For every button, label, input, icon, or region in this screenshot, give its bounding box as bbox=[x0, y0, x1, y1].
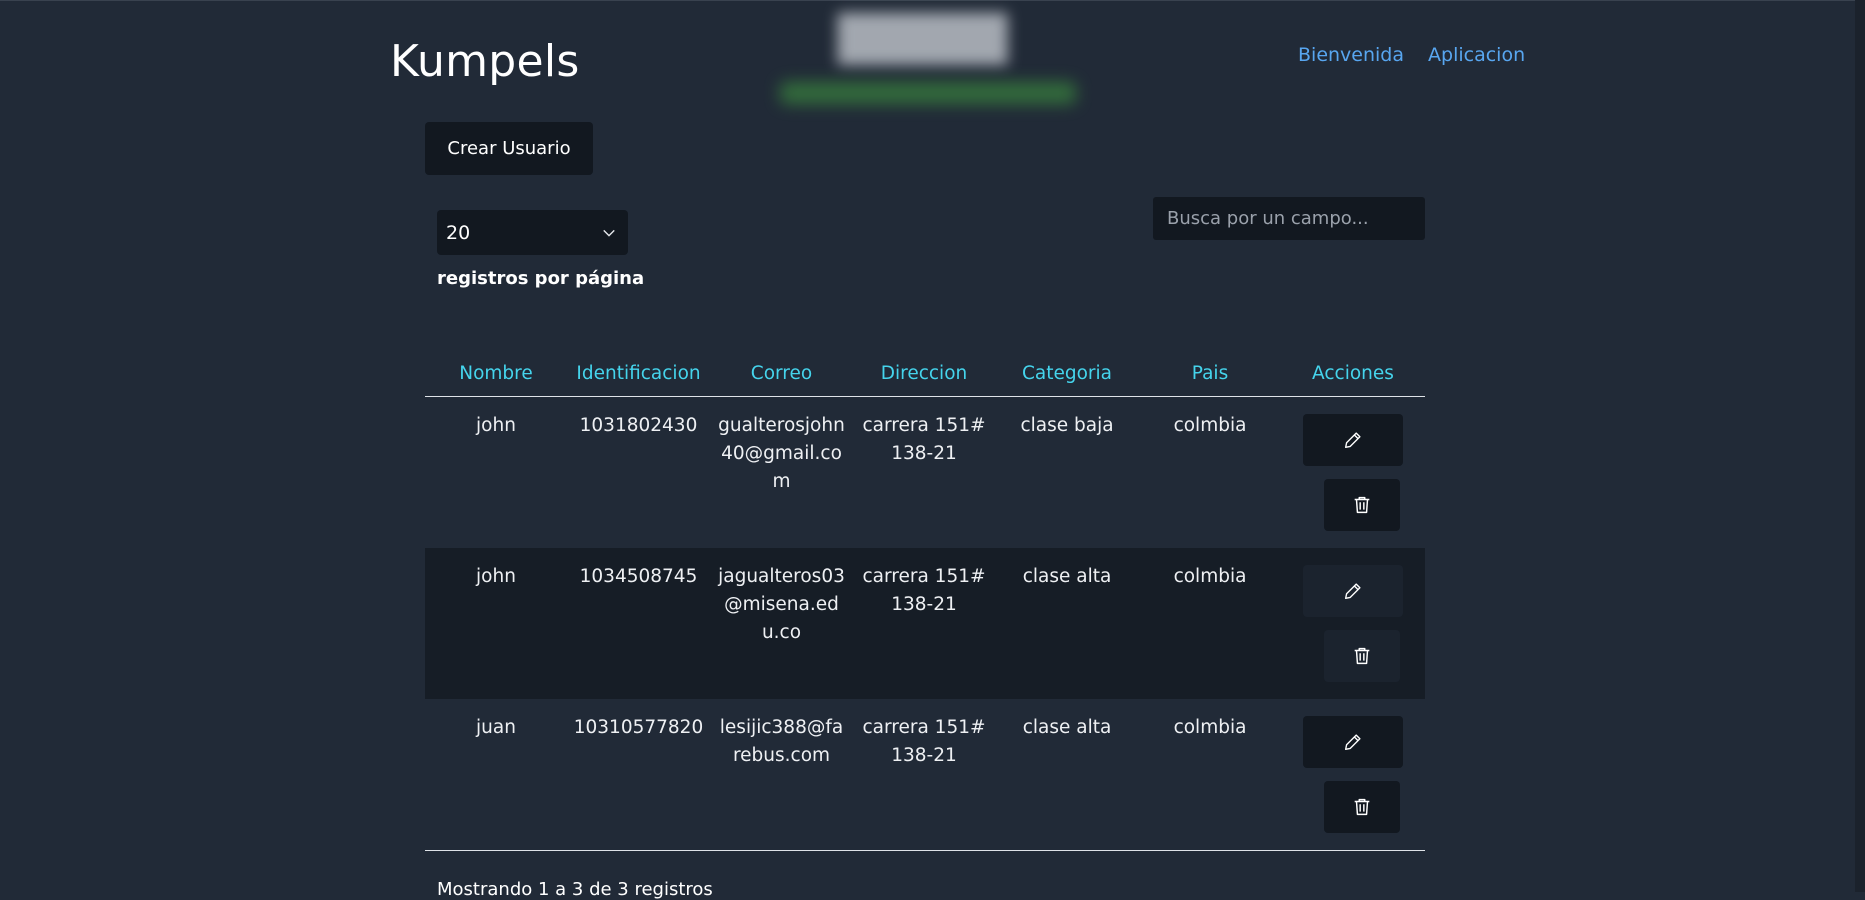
pagination-info: Mostrando 1 a 3 de 3 registros bbox=[437, 879, 713, 900]
col-header-nombre[interactable]: Nombre bbox=[425, 320, 567, 397]
cell-nombre: juan bbox=[476, 716, 516, 738]
blurred-page-title: █████ bbox=[838, 14, 1008, 65]
page-size-value: 20 bbox=[446, 221, 471, 244]
row-actions bbox=[1287, 563, 1419, 682]
cell-correo: jagualteros03@misena.edu.co bbox=[718, 565, 845, 643]
table-bottom-divider bbox=[425, 849, 1425, 851]
cell-acciones bbox=[1281, 397, 1425, 548]
table-header-row: Nombre Identificacion Correo Direccion C… bbox=[425, 320, 1425, 397]
col-header-identificacion[interactable]: Identificacion bbox=[567, 320, 710, 397]
edit-button[interactable] bbox=[1303, 414, 1403, 466]
row-actions bbox=[1287, 412, 1419, 531]
row-actions bbox=[1287, 714, 1419, 833]
nav-link-aplicacion[interactable]: Aplicacion bbox=[1428, 44, 1525, 66]
page-scrollbar[interactable] bbox=[1855, 0, 1865, 892]
cell-correo: lesijic388@farebus.com bbox=[719, 716, 844, 766]
users-table: Nombre Identificacion Correo Direccion C… bbox=[425, 320, 1425, 850]
table-row: juan 10310577820 lesijic388@farebus.com … bbox=[425, 699, 1425, 850]
edit-button[interactable] bbox=[1303, 564, 1403, 617]
per-page-label: registros por página bbox=[437, 268, 645, 289]
pencil-icon bbox=[1344, 733, 1361, 750]
cell-pais: colmbia bbox=[1173, 565, 1247, 587]
blurred-status-message bbox=[780, 82, 1076, 104]
col-header-categoria[interactable]: Categoria bbox=[995, 320, 1139, 397]
cell-direccion: carrera 151#138-21 bbox=[862, 565, 986, 615]
delete-button[interactable] bbox=[1324, 479, 1400, 531]
chevron-down-icon bbox=[603, 229, 615, 237]
cell-correo: gualterosjohn40@gmail.com bbox=[718, 415, 845, 492]
cell-categoria: clase baja bbox=[1020, 415, 1114, 436]
pencil-icon bbox=[1344, 582, 1361, 599]
window-top-border bbox=[0, 0, 1865, 1]
edit-button[interactable] bbox=[1303, 715, 1403, 768]
col-header-direccion[interactable]: Direccion bbox=[853, 320, 995, 397]
table-row: john 1034508745 jagualteros03@misena.edu… bbox=[425, 547, 1425, 699]
cell-nombre: john bbox=[476, 415, 516, 436]
brand-logo[interactable]: Kumpels bbox=[390, 36, 580, 87]
users-table-container: Nombre Identificacion Correo Direccion C… bbox=[425, 320, 1425, 851]
cell-direccion: carrera 151#138-21 bbox=[862, 415, 986, 464]
pencil-icon bbox=[1344, 432, 1361, 449]
col-header-correo[interactable]: Correo bbox=[710, 320, 853, 397]
cell-pais: colmbia bbox=[1173, 716, 1247, 738]
create-user-button[interactable]: Crear Usuario bbox=[425, 122, 593, 175]
cell-acciones bbox=[1281, 699, 1425, 850]
nav-link-bienvenida[interactable]: Bienvenida bbox=[1298, 44, 1404, 66]
delete-button[interactable] bbox=[1324, 629, 1400, 682]
page-size-select[interactable]: 20 bbox=[437, 210, 628, 255]
cell-categoria: clase alta bbox=[1022, 565, 1112, 587]
trash-icon bbox=[1354, 647, 1370, 664]
cell-identificacion: 10310577820 bbox=[573, 716, 704, 738]
top-nav: Bienvenida Aplicacion bbox=[1298, 44, 1525, 66]
trash-icon bbox=[1354, 496, 1370, 514]
cell-identificacion: 1031802430 bbox=[579, 415, 698, 436]
trash-icon bbox=[1354, 798, 1370, 815]
col-header-acciones[interactable]: Acciones bbox=[1281, 320, 1425, 397]
cell-identificacion: 1034508745 bbox=[579, 565, 698, 587]
cell-pais: colmbia bbox=[1173, 415, 1247, 436]
cell-acciones bbox=[1281, 548, 1425, 699]
cell-categoria: clase alta bbox=[1022, 716, 1112, 738]
table-row: john 1031802430 gualterosjohn40@gmail.co… bbox=[425, 397, 1425, 548]
delete-button[interactable] bbox=[1324, 780, 1400, 833]
col-header-pais[interactable]: Pais bbox=[1139, 320, 1281, 397]
cell-direccion: carrera 151#138-21 bbox=[862, 716, 986, 766]
cell-nombre: john bbox=[476, 565, 516, 587]
search-input[interactable] bbox=[1153, 197, 1425, 240]
